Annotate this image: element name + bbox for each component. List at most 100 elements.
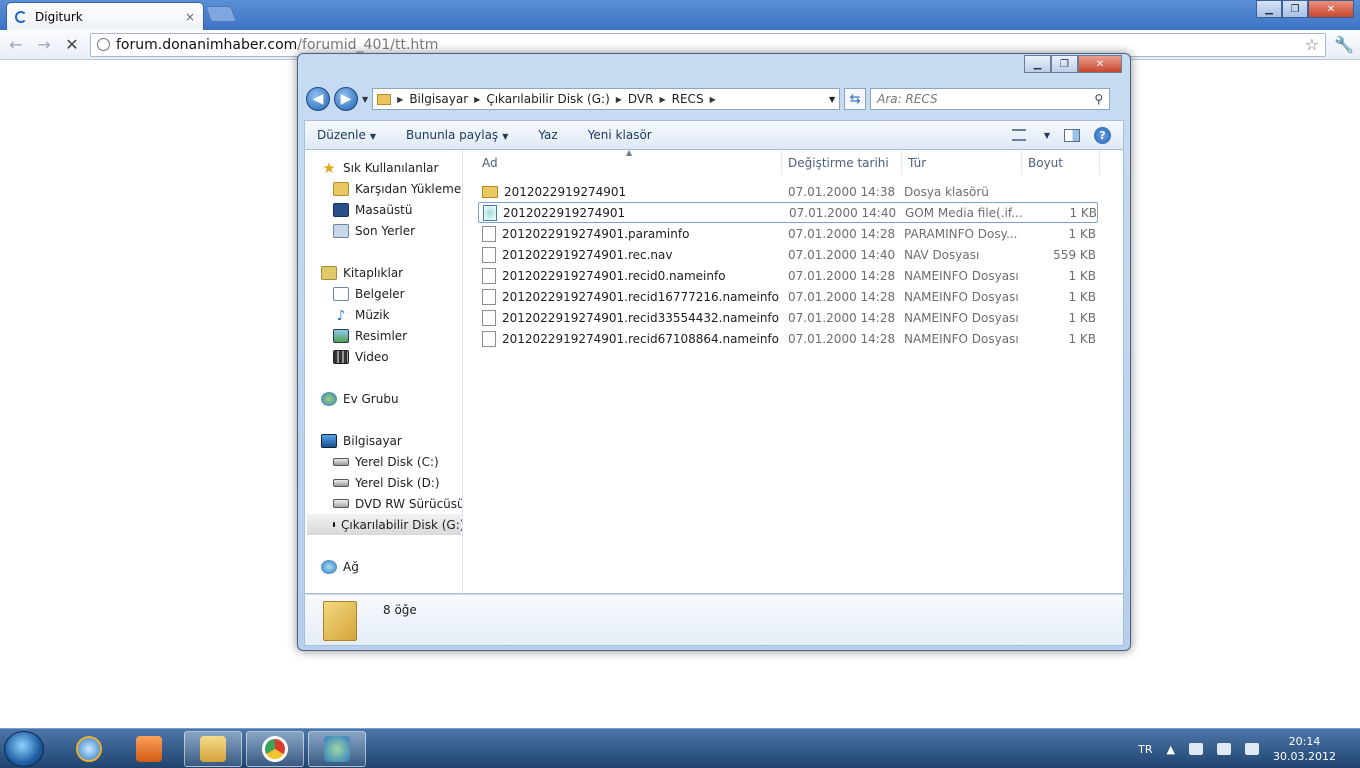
desktop-icon bbox=[333, 202, 349, 217]
view-icon[interactable] bbox=[1011, 129, 1026, 141]
file-name: 2012022919274901.rec.nav bbox=[478, 246, 784, 263]
explorer-minimize-button[interactable]: ▁ bbox=[1024, 55, 1051, 73]
column-size[interactable]: Boyut bbox=[1022, 150, 1100, 175]
system-tray: TR ▲ 20:14 30.03.2012 bbox=[1138, 729, 1360, 768]
file-name: 2012022919274901.recid33554432.nameinfo bbox=[478, 309, 784, 326]
explorer-address-bar[interactable]: ▶ Bilgisayar ▶ Çıkarılabilir Disk (G:) ▶… bbox=[372, 88, 841, 110]
wrench-icon[interactable]: 🔧 bbox=[1334, 35, 1354, 54]
nav-video[interactable]: Video bbox=[333, 346, 389, 367]
taskbar-explorer[interactable] bbox=[184, 731, 242, 767]
file-row[interactable]: 2012022919274901.recid0.nameinfo 07.01.20… bbox=[478, 265, 1098, 286]
taskbar-media-player[interactable] bbox=[120, 731, 178, 767]
file-type: Dosya klasörü bbox=[904, 184, 989, 199]
forward-button[interactable]: → bbox=[34, 35, 54, 55]
breadcrumb-recs[interactable]: RECS bbox=[672, 92, 704, 106]
nav-homegroup[interactable]: Ev Grubu bbox=[321, 388, 399, 409]
navigation-pane[interactable]: ★Sık Kullanılanlar Karşıdan Yüklemeler M… bbox=[305, 150, 463, 594]
back-button[interactable]: ← bbox=[6, 35, 26, 55]
action-center-icon[interactable] bbox=[1189, 743, 1204, 755]
nav-dvd[interactable]: DVD RW Sürücüsü (F bbox=[333, 493, 462, 514]
volume-muted-icon[interactable] bbox=[1245, 743, 1260, 755]
browser-tab[interactable]: Digiturk × bbox=[6, 2, 204, 30]
minimize-button[interactable]: ▁ bbox=[1256, 0, 1282, 18]
file-size: 1 KB bbox=[1068, 226, 1096, 241]
nav-downloads[interactable]: Karşıdan Yüklemeler bbox=[333, 178, 462, 199]
nav-disk-d[interactable]: Yerel Disk (D:) bbox=[333, 472, 440, 493]
share-menu[interactable]: Bununla paylaş ▼ bbox=[406, 128, 508, 142]
show-hidden-icons-icon[interactable]: ▲ bbox=[1167, 743, 1175, 756]
file-list[interactable]: Ad ▲ Değiştirme tarihi Tür Boyut 20120229… bbox=[464, 148, 1123, 594]
url-host: forum.donanimhaber.com bbox=[116, 36, 298, 53]
breadcrumb-computer[interactable]: Bilgisayar bbox=[409, 92, 468, 106]
file-name: 2012022919274901.recid0.nameinfo bbox=[478, 267, 784, 284]
file-icon bbox=[482, 267, 496, 284]
chrome-icon bbox=[262, 736, 288, 762]
organize-menu[interactable]: Düzenle ▼ bbox=[317, 128, 376, 142]
pictures-icon bbox=[333, 328, 349, 343]
explorer-maximize-button[interactable]: ❐ bbox=[1051, 55, 1078, 73]
history-dropdown-icon[interactable]: ▼ bbox=[362, 95, 368, 104]
language-indicator[interactable]: TR bbox=[1138, 743, 1152, 756]
column-type[interactable]: Tür bbox=[902, 150, 1022, 175]
file-type: NAMEINFO Dosyası bbox=[904, 331, 1019, 346]
nav-favorites[interactable]: ★ Sık Kullanılanlar bbox=[321, 157, 438, 178]
taskbar-app[interactable] bbox=[308, 731, 366, 767]
file-icon bbox=[482, 246, 496, 263]
bookmark-star-icon[interactable]: ☆ bbox=[1305, 35, 1319, 54]
taskbar-chrome[interactable] bbox=[246, 731, 304, 767]
new-tab-button[interactable] bbox=[205, 6, 237, 22]
nav-desktop[interactable]: Masaüstü bbox=[333, 199, 412, 220]
network-tray-icon[interactable] bbox=[1217, 743, 1232, 755]
nav-documents[interactable]: Belgeler bbox=[333, 283, 405, 304]
network-icon bbox=[321, 559, 337, 574]
back-arrow-icon[interactable]: ◀ bbox=[306, 87, 330, 111]
explorer-close-button[interactable]: ✕ bbox=[1078, 55, 1122, 73]
file-row[interactable]: 2012022919274901.recid33554432.nameinfo 0… bbox=[478, 307, 1098, 328]
column-name[interactable]: Ad ▲ bbox=[464, 148, 782, 175]
refresh-icon[interactable]: ⇆ bbox=[844, 88, 867, 110]
explorer-icon bbox=[200, 736, 226, 762]
tab-close-icon[interactable]: × bbox=[185, 10, 195, 24]
nav-pictures[interactable]: Resimler bbox=[333, 325, 407, 346]
preview-pane-icon[interactable] bbox=[1064, 128, 1080, 142]
removable-disk-icon bbox=[333, 522, 335, 527]
file-row[interactable]: 2012022919274901.recid67108864.nameinfo 0… bbox=[478, 328, 1098, 349]
nav-recent[interactable]: Son Yerler bbox=[333, 220, 415, 241]
clock[interactable]: 20:14 30.03.2012 bbox=[1273, 734, 1336, 764]
start-button[interactable] bbox=[4, 731, 44, 767]
address-dropdown-icon[interactable]: ▼ bbox=[829, 95, 835, 104]
breadcrumb-dvr[interactable]: DVR bbox=[628, 92, 654, 106]
file-row[interactable]: 2012022919274901.recid16777216.nameinfo 0… bbox=[478, 286, 1098, 307]
burn-button[interactable]: Yaz bbox=[538, 128, 557, 142]
new-folder-button[interactable]: Yeni klasör bbox=[588, 128, 652, 142]
loading-icon bbox=[15, 10, 27, 23]
search-input[interactable]: Ara: RECS ⚲ bbox=[870, 88, 1111, 110]
file-row[interactable]: 2012022919274901.rec.nav 07.01.2000 14:40… bbox=[478, 244, 1098, 265]
file-date: 07.01.2000 14:28 bbox=[788, 331, 896, 346]
file-row[interactable]: 2012022919274901 07.01.2000 14:38 Dosya kl… bbox=[478, 181, 1098, 202]
nav-libraries[interactable]: Kitaplıklar bbox=[321, 262, 403, 283]
nav-music[interactable]: ♪ Müzik bbox=[333, 304, 390, 325]
search-icon[interactable]: ⚲ bbox=[1094, 92, 1103, 106]
nav-computer[interactable]: Bilgisayar bbox=[321, 430, 402, 451]
close-button[interactable]: ✕ bbox=[1308, 0, 1354, 18]
nav-network[interactable]: Ağ bbox=[321, 556, 359, 577]
breadcrumb-drive-g[interactable]: Çıkarılabilir Disk (G:) bbox=[486, 92, 609, 106]
help-icon[interactable]: ? bbox=[1094, 126, 1111, 144]
nav-disk-c[interactable]: Yerel Disk (C:) bbox=[333, 451, 439, 472]
file-name: 2012022919274901.recid16777216.nameinfo bbox=[478, 288, 784, 305]
stop-button[interactable]: ✕ bbox=[62, 35, 82, 55]
forward-arrow-icon[interactable]: ▶ bbox=[334, 87, 358, 111]
file-date: 07.01.2000 14:28 bbox=[788, 289, 896, 304]
file-size: 1 KB bbox=[1068, 331, 1096, 346]
column-date[interactable]: Değiştirme tarihi bbox=[782, 150, 902, 175]
libraries-icon bbox=[321, 265, 337, 280]
nav-removable-disk-g[interactable]: Çıkarılabilir Disk (G:) bbox=[307, 514, 462, 535]
explorer-content: ★Sık Kullanılanlar Karşıdan Yüklemeler M… bbox=[304, 148, 1124, 594]
view-dropdown-icon[interactable]: ▼ bbox=[1044, 131, 1050, 140]
maximize-button[interactable]: ❐ bbox=[1282, 0, 1308, 18]
file-row[interactable]: 2012022919274901.paraminfo 07.01.2000 14:… bbox=[478, 223, 1098, 244]
dvd-drive-icon bbox=[333, 499, 349, 508]
taskbar-ie[interactable] bbox=[60, 731, 118, 767]
file-row[interactable]: 2012022919274901 07.01.2000 14:40 GOM Medi… bbox=[478, 202, 1098, 223]
